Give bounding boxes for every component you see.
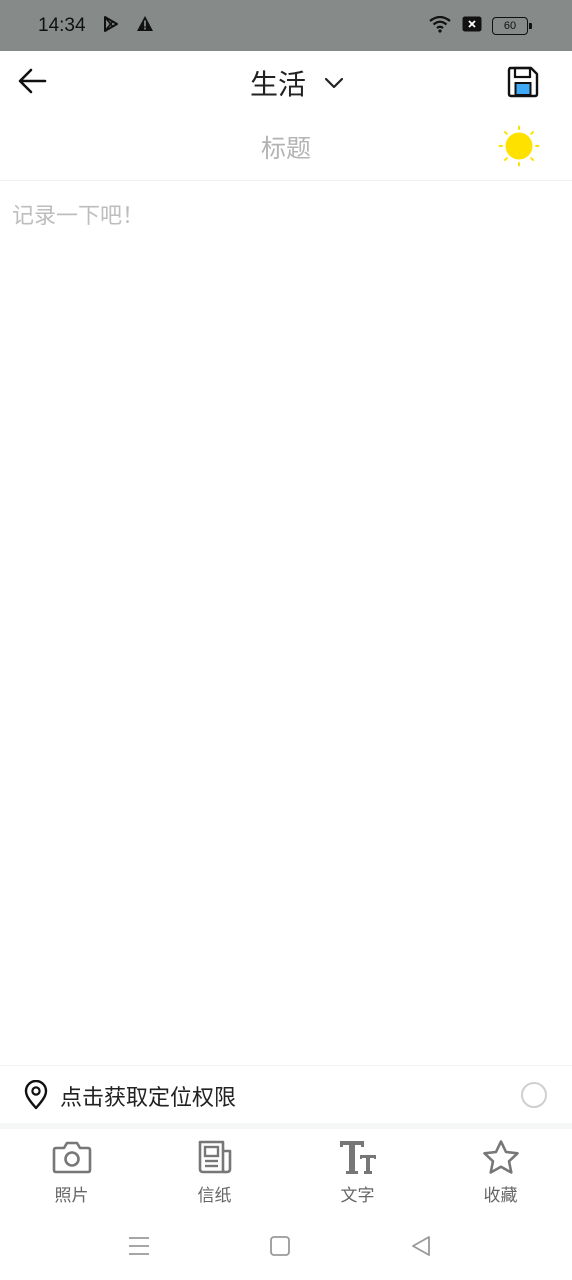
save-button[interactable] <box>503 64 543 104</box>
menu-icon[interactable] <box>125 1232 153 1260</box>
tool-letter-paper-label: 信纸 <box>197 1186 232 1206</box>
location-toggle[interactable] <box>521 1082 547 1108</box>
weather-button[interactable] <box>498 125 540 171</box>
battery-icon: 60 <box>492 16 532 35</box>
status-left: 14:34 <box>38 15 154 37</box>
text-format-icon <box>337 1137 379 1177</box>
title-input[interactable] <box>140 127 432 169</box>
tool-letter-paper-button[interactable]: 信纸 <box>143 1129 286 1214</box>
wifi-icon <box>428 15 452 37</box>
chevron-down-icon <box>324 74 344 93</box>
content-input[interactable] <box>12 200 560 1050</box>
map-pin-icon <box>22 1079 50 1110</box>
sun-icon <box>498 125 540 171</box>
play-store-icon <box>102 15 120 37</box>
system-nav-bar <box>0 1214 572 1280</box>
category-selector[interactable]: 生活 <box>250 61 344 105</box>
floppy-disk-icon <box>506 65 540 103</box>
tool-text-button[interactable]: 文字 <box>286 1129 429 1214</box>
status-time: 14:34 <box>38 14 86 36</box>
title-row <box>0 115 572 181</box>
tool-photo-label: 照片 <box>54 1186 89 1206</box>
editor-area <box>0 182 572 1065</box>
category-label: 生活 <box>250 68 307 101</box>
bottom-toolbar: 照片 信纸 文字 收藏 <box>0 1129 572 1214</box>
tool-favorite-button[interactable]: 收藏 <box>429 1129 572 1214</box>
newspaper-icon <box>194 1137 236 1177</box>
warning-icon <box>136 15 154 36</box>
star-icon <box>480 1137 522 1177</box>
home-icon[interactable] <box>266 1232 294 1260</box>
back-button[interactable] <box>14 65 50 101</box>
arrow-left-icon <box>17 68 47 98</box>
back-triangle-icon[interactable] <box>407 1232 435 1260</box>
tool-photo-button[interactable]: 照片 <box>0 1129 143 1214</box>
tool-text-label: 文字 <box>340 1186 375 1206</box>
location-label: 点击获取定位权限 <box>60 1086 237 1111</box>
location-row[interactable]: 点击获取定位权限 <box>0 1065 572 1123</box>
app-bar: 生活 <box>0 51 572 115</box>
tool-favorite-label: 收藏 <box>483 1186 518 1206</box>
camera-icon <box>51 1137 93 1177</box>
sim-icon <box>462 16 482 36</box>
status-bar: 14:34 60 <box>0 0 572 51</box>
status-right: 60 <box>428 15 532 37</box>
